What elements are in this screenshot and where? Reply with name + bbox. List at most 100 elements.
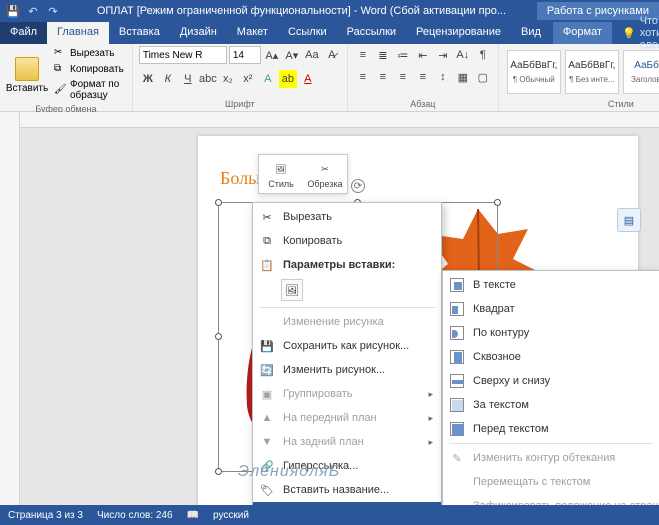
wrap-behind[interactable]: За текстом [443, 393, 659, 417]
vertical-ruler[interactable] [0, 112, 20, 505]
wrap-topbot-icon [450, 374, 464, 388]
wrap-edit-points: ✎Изменить контур обтекания [443, 446, 659, 470]
status-bar: Страница 3 из 3 Число слов: 246 📖 русски… [0, 505, 659, 525]
save-icon[interactable]: 💾 [6, 4, 20, 18]
group-icon: ▣ [259, 386, 275, 402]
horizontal-ruler[interactable] [20, 112, 659, 128]
rotate-handle[interactable]: ⟳ [351, 179, 365, 193]
style-heading1[interactable]: АаБбВЗаголовок [623, 50, 659, 94]
send-back-icon: ▼ [259, 434, 275, 450]
change-case-button[interactable]: Aa [303, 46, 321, 64]
shading-button[interactable]: ▦ [454, 68, 472, 86]
spellcheck-icon[interactable]: 📖 [187, 510, 199, 521]
resize-handle-ne[interactable] [494, 199, 501, 206]
increase-indent-button[interactable]: ⇥ [434, 46, 452, 64]
decrease-indent-button[interactable]: ⇤ [414, 46, 432, 64]
paste-option-picture[interactable]: 🖼 [281, 279, 303, 301]
wrap-move-with-text: Перемещать с текстом [443, 470, 659, 494]
bullets-button[interactable]: ≡ [354, 46, 372, 64]
tell-me[interactable]: 💡 Что вы хотите сделать? [612, 22, 659, 44]
style-normal[interactable]: АаБбВвГг,¶ Обычный [507, 50, 561, 94]
copy-button[interactable]: ⧉Копировать [52, 62, 126, 76]
font-color-button[interactable]: A [299, 70, 317, 88]
grow-font-button[interactable]: A▴ [263, 46, 281, 64]
subscript-button[interactable]: x₂ [219, 70, 237, 88]
tab-home[interactable]: Главная [47, 22, 109, 44]
wrap-in-front[interactable]: Перед текстом [443, 417, 659, 441]
cut-button[interactable]: ✂Вырезать [52, 46, 126, 60]
wrap-through[interactable]: Сквозное [443, 345, 659, 369]
change-picture-icon: 🔄 [259, 362, 275, 378]
wrap-inline[interactable]: В тексте [443, 273, 659, 297]
resize-handle-nw[interactable] [215, 199, 222, 206]
borders-button[interactable]: ▢ [474, 68, 492, 86]
wrap-square[interactable]: Квадрат [443, 297, 659, 321]
line-spacing-button[interactable]: ↕ [434, 68, 452, 86]
wrap-fix-position: Зафиксировать положение на странице [443, 494, 659, 505]
tab-references[interactable]: Ссылки [278, 22, 337, 44]
bold-button[interactable]: Ж [139, 70, 157, 88]
wrap-tight-icon [450, 326, 464, 340]
resize-handle-w[interactable] [215, 333, 222, 340]
tab-layout[interactable]: Макет [227, 22, 278, 44]
ctx-insert-caption[interactable]: 🏷Вставить название... [253, 478, 441, 502]
tab-view[interactable]: Вид [511, 22, 551, 44]
wrap-front-icon [450, 422, 464, 436]
scissors-icon: ✂ [259, 209, 275, 225]
superscript-button[interactable]: x² [239, 70, 257, 88]
justify-button[interactable]: ≡ [414, 68, 432, 86]
title-bar: 💾 ↶ ↷ ОПЛАТ [Режим ограниченной функцион… [0, 0, 659, 22]
wrap-tight[interactable]: По контуру [443, 321, 659, 345]
align-right-button[interactable]: ≡ [394, 68, 412, 86]
tab-insert[interactable]: Вставка [109, 22, 170, 44]
style-no-spacing[interactable]: АаБбВвГг,¶ Без инте... [565, 50, 619, 94]
clear-format-button[interactable]: A̷ [323, 46, 341, 64]
sort-button[interactable]: A↓ [454, 46, 472, 64]
ctx-edit-picture: Изменение рисунка [253, 310, 441, 334]
shrink-font-button[interactable]: A▾ [283, 46, 301, 64]
multilevel-button[interactable]: ≔ [394, 46, 412, 64]
wrap-through-icon [450, 350, 464, 364]
wrap-behind-icon [450, 398, 464, 412]
crop-button[interactable]: ✂ Обрезка [307, 159, 343, 189]
align-center-button[interactable]: ≡ [374, 68, 392, 86]
font-name-input[interactable] [139, 46, 227, 64]
ctx-copy[interactable]: ⧉Копировать [253, 229, 441, 253]
align-left-button[interactable]: ≡ [354, 68, 372, 86]
tab-review[interactable]: Рецензирование [406, 22, 511, 44]
numbering-button[interactable]: ≣ [374, 46, 392, 64]
wrap-inline-icon [450, 278, 464, 292]
italic-button[interactable]: К [159, 70, 177, 88]
status-language[interactable]: русский [213, 510, 249, 521]
ctx-bring-front: ▲На передний план▸ [253, 406, 441, 430]
picture-style-button[interactable]: 🖼 Стиль [263, 159, 299, 189]
undo-icon[interactable]: ↶ [26, 4, 40, 18]
status-words[interactable]: Число слов: 246 [97, 510, 173, 521]
ctx-cut[interactable]: ✂Вырезать [253, 205, 441, 229]
ctx-save-as-picture[interactable]: 💾Сохранить как рисунок... [253, 334, 441, 358]
clipboard-icon [15, 57, 39, 81]
watermark-text: ЭлениядляБ [238, 463, 340, 481]
format-painter-button[interactable]: 🖌Формат по образцу [52, 78, 126, 102]
group-styles: АаБбВвГг,¶ Обычный АаБбВвГг,¶ Без инте..… [499, 44, 659, 111]
show-marks-button[interactable]: ¶ [474, 46, 492, 64]
highlight-button[interactable]: ab [279, 70, 297, 88]
font-size-input[interactable] [229, 46, 261, 64]
status-page[interactable]: Страница 3 из 3 [8, 510, 83, 521]
tab-design[interactable]: Дизайн [170, 22, 227, 44]
scissors-icon: ✂ [54, 47, 66, 59]
picture-style-icon: 🖼 [271, 159, 291, 179]
resize-handle-sw[interactable] [215, 468, 222, 475]
wrap-top-bottom[interactable]: Сверху и снизу [443, 369, 659, 393]
clipboard-icon: 📋 [259, 257, 275, 273]
tab-mailings[interactable]: Рассылки [337, 22, 406, 44]
tab-file[interactable]: Файл [0, 22, 47, 44]
layout-options-button[interactable]: ▤ [617, 208, 641, 232]
paste-button[interactable]: Вставить [6, 55, 48, 94]
redo-icon[interactable]: ↷ [46, 4, 60, 18]
tab-format[interactable]: Формат [553, 22, 612, 44]
underline-button[interactable]: Ч [179, 70, 197, 88]
ctx-change-picture[interactable]: 🔄Изменить рисунок... [253, 358, 441, 382]
strike-button[interactable]: abc [199, 70, 217, 88]
text-effects-button[interactable]: A [259, 70, 277, 88]
